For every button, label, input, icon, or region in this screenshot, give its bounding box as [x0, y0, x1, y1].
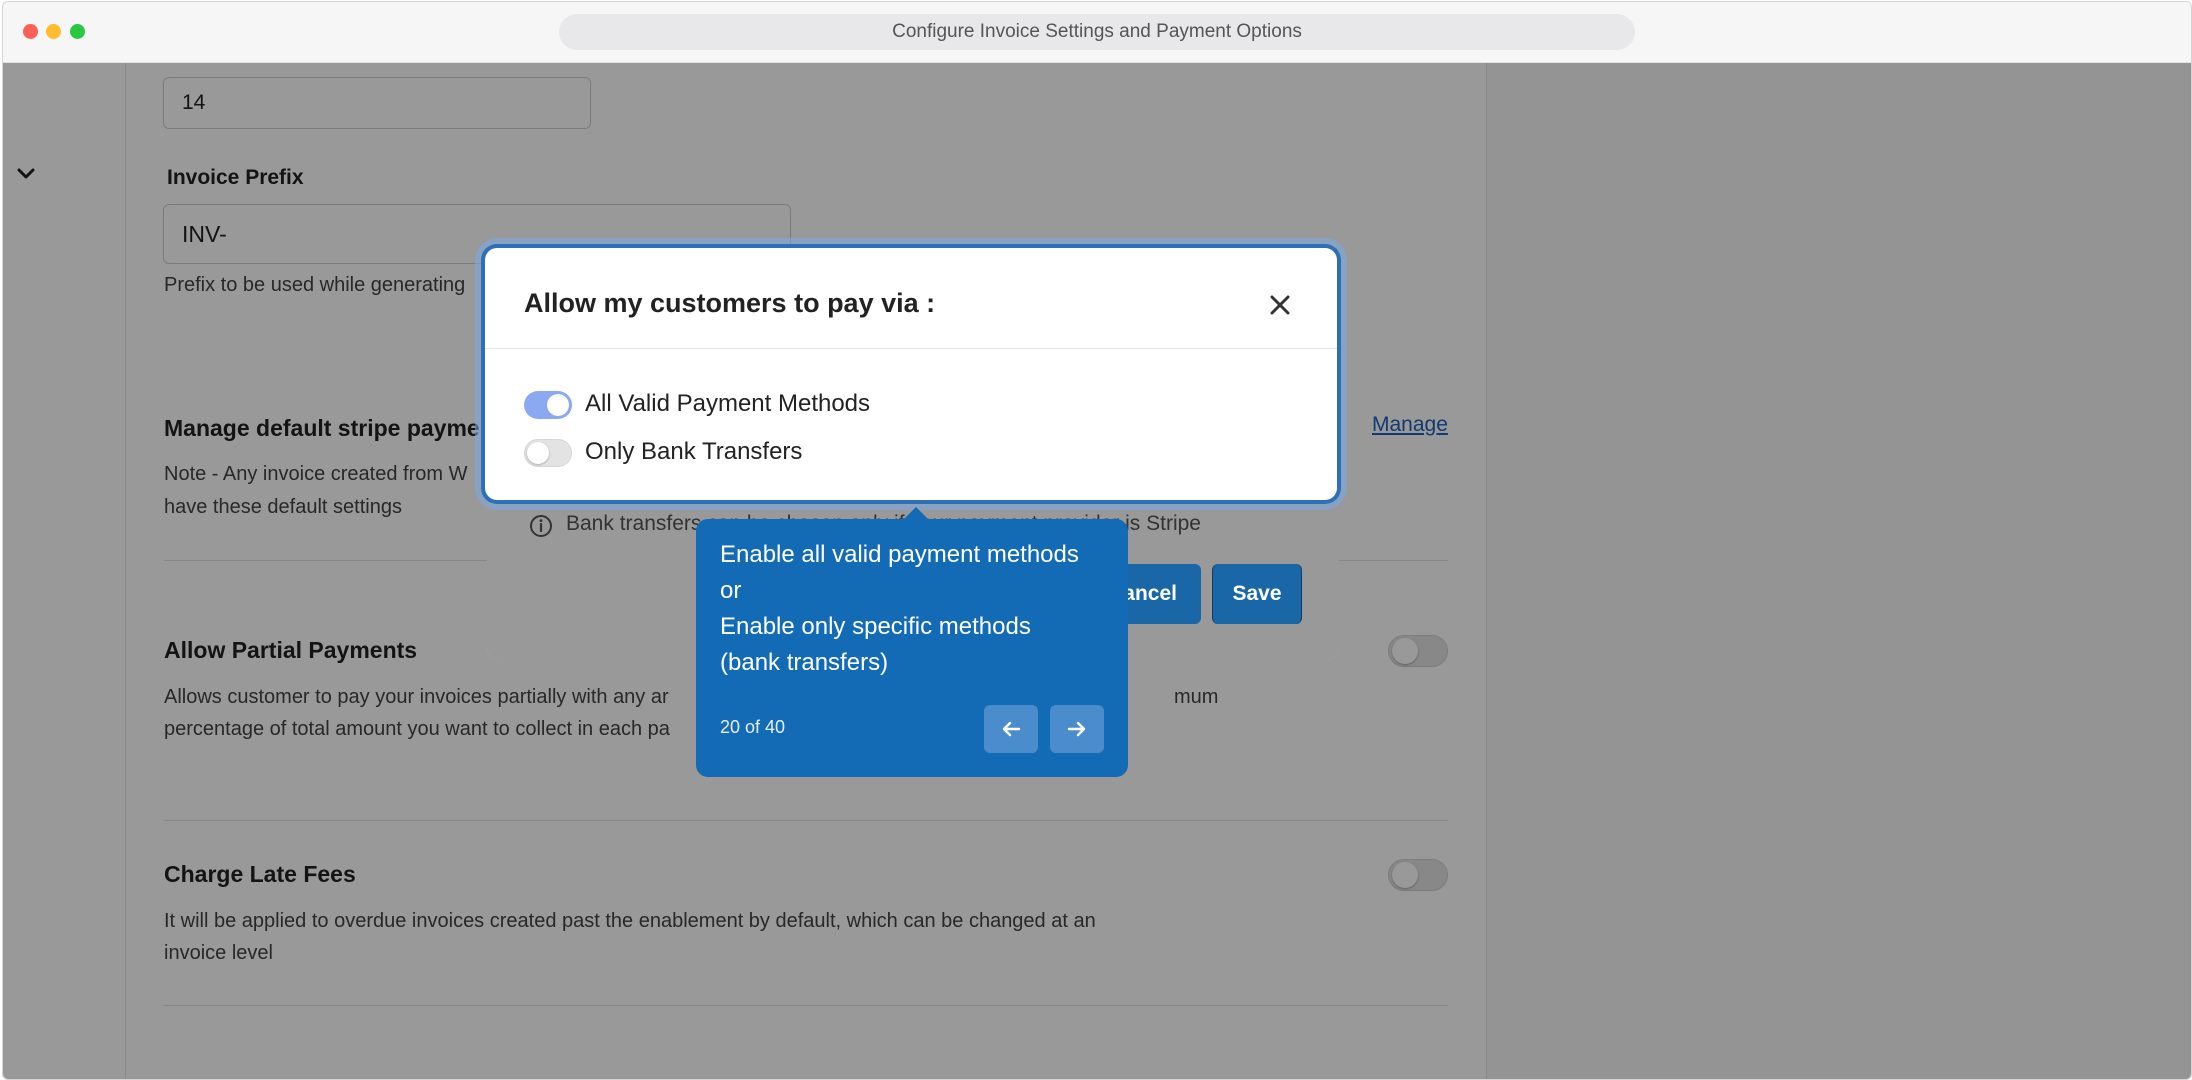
- payment-options-dialog: Allow my customers to pay via : All Vali…: [485, 248, 1337, 500]
- title-bar: Configure Invoice Settings and Payment O…: [3, 2, 2191, 63]
- tooltip-line: Enable only specific methods: [720, 613, 1031, 640]
- previous-step-button[interactable]: [984, 705, 1038, 753]
- option-label: All Valid Payment Methods: [585, 390, 871, 417]
- option-label: Only Bank Transfers: [585, 438, 803, 465]
- dialog-divider: [485, 348, 1337, 349]
- close-icon[interactable]: [1265, 290, 1295, 320]
- tooltip-line: or: [720, 577, 742, 604]
- guide-tooltip: Enable all valid payment methods or Enab…: [696, 519, 1128, 777]
- minimize-window-button[interactable]: [46, 24, 61, 39]
- arrow-left-icon: [1002, 721, 1021, 737]
- arrow-right-icon: [1067, 721, 1086, 737]
- bank-transfers-toggle[interactable]: [524, 439, 572, 467]
- tooltip-text: Enable all valid payment methods or Enab…: [720, 537, 1110, 681]
- window-title: Configure Invoice Settings and Payment O…: [559, 14, 1635, 50]
- close-window-button[interactable]: [23, 24, 38, 39]
- dialog-title: Allow my customers to pay via :: [524, 288, 936, 318]
- all-methods-toggle[interactable]: [524, 391, 572, 419]
- tooltip-line: (bank transfers): [720, 649, 889, 676]
- next-step-button[interactable]: [1050, 705, 1104, 753]
- tooltip-line: Enable all valid payment methods: [720, 541, 1079, 568]
- tooltip-pointer: [904, 507, 928, 519]
- save-button-label[interactable]: Save: [1213, 564, 1301, 624]
- step-counter: 20 of 40: [720, 717, 786, 737]
- maximize-window-button[interactable]: [70, 24, 85, 39]
